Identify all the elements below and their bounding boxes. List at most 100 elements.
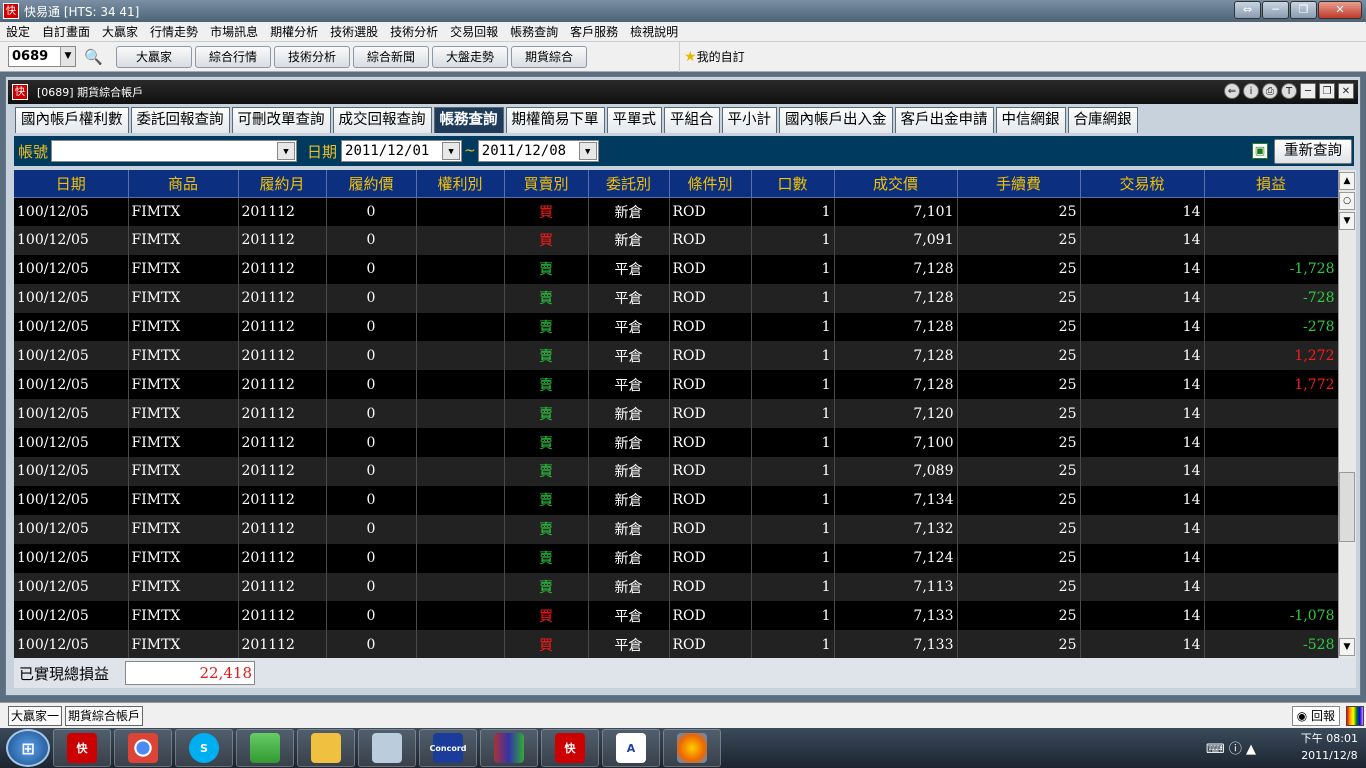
tab-ctbc-bank[interactable]: 中信網銀 [995,107,1066,133]
taskbar-app-messenger[interactable] [236,729,294,767]
taskbar-app-concord[interactable]: Concord [419,729,477,767]
print-icon[interactable]: ⎙ [1262,83,1278,99]
scroll-thumb[interactable] [1339,472,1355,542]
col-side[interactable]: 買賣別 [504,170,589,198]
account-select[interactable]: ▼ [51,140,298,162]
tray-icons[interactable]: ⌨ ⓘ ▲ [1206,738,1256,757]
tab-withdraw-request[interactable]: 客戶出金申請 [894,107,994,133]
tab-close-subtotal[interactable]: 平小計 [721,107,777,133]
col-pnl[interactable]: 損益 [1204,170,1338,198]
taskbar-app-kuaiyitong[interactable]: 快 [53,729,111,767]
big-winner-button[interactable]: 大贏家 [116,45,192,68]
menu-market-news[interactable]: 市場訊息 [204,23,264,40]
table-row[interactable]: 100/12/05 FIMTX 201112 0 賣新倉 ROD 1 7,113 25 14 [14,572,1338,602]
my-stocks-link[interactable]: ★我的自訂 [679,42,745,72]
col-date[interactable]: 日期 [14,170,129,198]
col-condition[interactable]: 條件別 [669,170,752,198]
table-row[interactable]: 100/12/05 FIMTX 201112 0 賣平倉 ROD 1 7,128 25 14 -27… [14,312,1338,342]
menu-tech-screening[interactable]: 技術選股 [324,23,384,40]
maximize-button[interactable]: ❐ [1290,1,1317,19]
taskbar-app-kuaiyitong-2[interactable]: 快 [541,729,599,767]
news-button[interactable]: 綜合新聞 [353,45,429,68]
col-tax[interactable]: 交易稅 [1080,170,1205,198]
scroll-bottom-icon[interactable]: ▼ [1339,212,1355,230]
tab-close-combo[interactable]: 平組合 [664,107,720,133]
tab-order-report[interactable]: 委託回報查詢 [130,107,230,133]
taskbar-app-chrome[interactable] [114,729,172,767]
tech-analysis-button[interactable]: 技術分析 [274,45,350,68]
col-right-type[interactable]: 權利別 [416,170,505,198]
table-row[interactable]: 100/12/05 FIMTX 201112 0 買新倉 ROD 1 7,091 25 14 [14,225,1338,255]
date-from-field[interactable]: 2011/12/01 ▼ [341,140,463,162]
subwindow-restore-button[interactable]: ❐ [1319,83,1335,99]
menu-custom-screen[interactable]: 自訂畫面 [36,23,96,40]
table-row[interactable]: 100/12/05 FIMTX 201112 0 賣新倉 ROD 1 7,120 25 14 [14,399,1338,429]
taskbar-app-calculator[interactable] [358,729,416,767]
tab-deposit-withdraw[interactable]: 國內帳戶出入金 [779,107,893,133]
report-button[interactable]: ◉ 回報 [1291,706,1340,726]
tab-tcb-bank[interactable]: 合庫網銀 [1067,107,1138,133]
start-button[interactable]: ⊞ [6,729,50,767]
futures-overview-button[interactable]: 期貨綜合 [511,45,587,68]
table-row[interactable]: 100/12/05 FIMTX 201112 0 賣新倉 ROD 1 7,132 25 14 [14,514,1338,544]
col-contract-month[interactable]: 履約月 [238,170,327,198]
tray-clock[interactable]: 下午 08:01 2011/12/8 [1301,730,1358,764]
index-trend-button[interactable]: 大盤走勢 [432,45,508,68]
tab-fill-report[interactable]: 成交回報查詢 [332,107,432,133]
menu-tech-analysis[interactable]: 技術分析 [384,23,444,40]
taskbar-app-explorer[interactable] [297,729,355,767]
chevron-down-icon[interactable]: ▼ [578,142,597,160]
col-product[interactable]: 商品 [128,170,239,198]
taskbar-app-wordpad[interactable]: A [602,729,660,767]
info-icon[interactable]: i [1243,83,1259,99]
chevron-down-icon[interactable]: ▼ [442,142,461,160]
taskbar-app-winrar[interactable] [480,729,538,767]
tab-simple-order[interactable]: 期權簡易下單 [505,107,605,133]
menu-trade-report[interactable]: 交易回報 [444,23,504,40]
menu-settings[interactable]: 設定 [0,23,36,40]
table-row[interactable]: 100/12/05 FIMTX 201112 0 賣新倉 ROD 1 7,124 25 14 [14,543,1338,573]
taskbar-app-paint[interactable] [663,729,721,767]
menu-quotes[interactable]: 行情走勢 [144,23,204,40]
market-overview-button[interactable]: 綜合行情 [195,45,271,68]
tab-modifiable-orders[interactable]: 可刪改單查詢 [231,107,331,133]
menu-account-query[interactable]: 帳務查詢 [504,23,564,40]
minimize-button[interactable]: ─ [1262,1,1289,19]
vertical-scrollbar[interactable]: ▲ ○ ▼ ▼ [1338,170,1356,658]
table-row[interactable]: 100/12/05 FIMTX 201112 0 買新倉 ROD 1 7,101 25 14 [14,197,1338,226]
tab-account-query[interactable]: 帳務查詢 [433,107,504,133]
link-icon[interactable]: ⇐ [1224,83,1240,99]
excel-export-icon[interactable]: ▣ [1252,143,1268,159]
scroll-top-icon[interactable]: ▲ [1339,172,1355,190]
menu-big-winner[interactable]: 大贏家 [96,23,144,40]
color-palette-icon[interactable] [1346,706,1364,726]
col-commission[interactable]: 手續費 [957,170,1081,198]
scroll-center-icon[interactable]: ○ [1339,192,1355,210]
table-row[interactable]: 100/12/05 FIMTX 201112 0 賣新倉 ROD 1 7,134 25 14 [14,485,1338,515]
col-order-type[interactable]: 委託別 [588,170,670,198]
col-lots[interactable]: 口數 [751,170,835,198]
search-icon[interactable]: 🔍 [84,47,104,67]
tab-close-single[interactable]: 平單式 [606,107,662,133]
chevron-down-icon[interactable]: ▼ [60,47,75,66]
menu-customer-service[interactable]: 客戶服務 [564,23,624,40]
table-row[interactable]: 100/12/05 FIMTX 201112 0 賣新倉 ROD 1 7,089 25 14 [14,457,1338,486]
restore-arrows-icon[interactable]: ⇔ [1234,1,1261,19]
text-icon[interactable]: T [1281,83,1297,99]
menu-help[interactable]: 檢視說明 [624,23,684,40]
scroll-down-arrow-icon[interactable]: ▼ [1339,638,1355,656]
taskbar-app-skype[interactable]: S [175,729,233,767]
col-fill-price[interactable]: 成交價 [834,170,958,198]
table-row[interactable]: 100/12/05 FIMTX 201112 0 賣新倉 ROD 1 7,100 25 14 [14,428,1338,458]
table-row[interactable]: 100/12/05 FIMTX 201112 0 賣平倉 ROD 1 7,128 25 14 1,2… [14,341,1338,371]
close-button[interactable]: ✕ [1318,1,1362,19]
stock-code-combo[interactable]: 0689 ▼ [8,46,76,67]
table-row[interactable]: 100/12/05 FIMTX 201112 0 賣平倉 ROD 1 7,128 25 14 1,7… [14,370,1338,400]
chevron-down-icon[interactable]: ▼ [277,142,296,160]
status-tab-futures-account[interactable]: 期貨綜合帳戶 [65,705,144,726]
date-to-field[interactable]: 2011/12/08 ▼ [477,140,599,162]
table-row[interactable]: 100/12/05 FIMTX 201112 0 買平倉 ROD 1 7,133 25 14 -52… [14,630,1338,658]
tab-domestic-equity[interactable]: 國內帳戶權利數 [15,107,129,133]
requery-button[interactable]: 重新查詢 [1274,139,1352,164]
subwindow-minimize-button[interactable]: ─ [1300,83,1316,99]
